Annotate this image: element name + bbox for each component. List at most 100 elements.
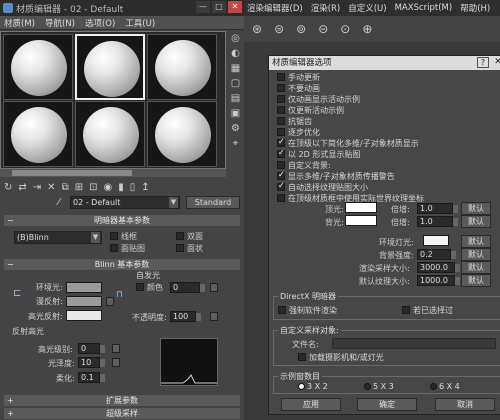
slots-6x4-radio[interactable]: 6 X 4 [430,382,460,391]
apply-button[interactable]: 应用 [281,398,341,411]
option-manual-update[interactable]: 手动更新 [277,72,320,82]
option-checkbox[interactable] [277,170,285,180]
render-sample-size-spinner[interactable]: 3000.0 [417,262,460,273]
put-to-scene-icon[interactable]: ⇄ [18,182,26,193]
spec-level-spinner[interactable]: 0 [78,343,105,354]
sample-type-icon[interactable]: ◎ [230,33,242,45]
top-default-button[interactable]: 默认 [461,202,491,215]
show-end-result-icon[interactable]: ▯ [130,182,136,193]
load-camera-option[interactable]: 加载摄影机和/或灯光 [298,352,384,362]
top-multiplier-spinner[interactable]: 1.0 [417,203,458,214]
soften-spinner[interactable]: 0.1 [78,372,105,383]
option-checkbox[interactable] [277,84,285,92]
wire-checkbox[interactable] [110,232,118,240]
self-illum-map-button[interactable] [210,283,218,292]
default-texture-size-spinner[interactable]: 1000.0 [417,275,460,286]
option-checkbox[interactable] [277,128,285,136]
filename-input[interactable] [332,338,496,349]
help-button[interactable]: ? [477,57,489,68]
menu-maxscript[interactable]: MAXScript(M) [395,3,453,13]
video-check-icon[interactable]: ▤ [230,93,242,105]
reset-icon[interactable]: ✕ [47,182,55,193]
option-checkbox[interactable] [277,137,285,147]
menu-navigation[interactable]: 导航(N) [45,17,75,29]
slots-5x3-radio[interactable]: 5 X 3 [364,382,394,391]
top-light-swatch[interactable] [345,202,377,213]
slots-3x2-radio[interactable]: 3 X 2 [298,382,328,391]
option-checkbox[interactable] [277,181,285,191]
opacity-map-button[interactable] [210,312,218,321]
render-sample-default-button[interactable]: 默认 [461,261,491,274]
close-button[interactable]: ✕ [228,1,242,13]
maximize-button[interactable]: □ [212,1,226,13]
two-sided-checkbox[interactable] [176,232,184,240]
material-effects-icon[interactable]: ◉ [103,182,112,193]
texture-default-button[interactable]: 默认 [461,274,491,287]
lock-diffuse-specular-icon[interactable]: ⊓ [116,290,123,300]
menu-customize[interactable]: 自定义(U) [348,2,386,14]
background-icon[interactable]: ▦ [230,63,242,75]
render-icon[interactable]: ⊕ [362,22,372,36]
lock-ambient-diffuse-icon[interactable]: ⊏ [13,288,21,299]
uv-tiling-icon[interactable]: ▢ [230,78,242,90]
go-to-parent-icon[interactable]: ↥ [141,182,149,193]
option-custom-background[interactable]: 自定义背景: [277,160,331,170]
material-name-dropdown[interactable]: 02 - Default ▼ [70,196,180,209]
sample-slot[interactable] [3,101,73,167]
option-checkbox[interactable] [277,106,285,114]
dialog-close-button[interactable]: ✕ [492,57,500,68]
option-checkbox[interactable] [277,117,285,125]
back-multiplier-spinner[interactable]: 1.0 [417,216,458,227]
menu-render[interactable]: 渲染(R) [311,2,341,14]
shader-type-dropdown[interactable]: (B)Blinn ▼ [14,231,102,244]
cancel-button[interactable]: 取消 [435,398,495,411]
back-light-swatch[interactable] [345,215,377,226]
schematic-view-icon[interactable]: ⊜ [274,22,284,36]
material-type-button[interactable]: Standard [186,196,240,209]
render-frame-icon[interactable]: ⊙ [340,22,350,36]
put-to-library-icon[interactable]: ⊡ [89,182,97,193]
options-icon[interactable]: ⚙ [230,123,242,135]
sample-slot[interactable] [3,34,73,100]
rollout-shader-basic[interactable]: − 明暗器基本参数 [4,215,240,226]
select-by-material-icon[interactable]: ⌖ [230,138,242,150]
ok-button[interactable]: 确定 [357,398,417,411]
diffuse-map-button[interactable] [106,297,114,306]
diffuse-color-swatch[interactable] [66,296,102,307]
option-update-active-only[interactable]: 仅更新活动示例 [277,105,344,115]
option-checkbox[interactable] [277,95,285,103]
menu-help[interactable]: 帮助(H) [460,2,490,14]
material-editor-icon[interactable]: ⊚ [296,22,306,36]
option-checkbox[interactable] [277,161,285,169]
option-checkbox[interactable] [298,353,306,361]
make-unique-icon[interactable]: ⊞ [75,182,83,193]
self-illum-color-checkbox[interactable] [136,283,144,291]
backlight-icon[interactable]: ◐ [230,48,242,60]
sample-slot[interactable] [147,101,217,167]
show-map-icon[interactable]: ▮ [118,182,124,193]
bg-default-button[interactable]: 默认 [461,248,491,261]
option-checkbox[interactable] [277,194,285,202]
sample-slot[interactable] [147,34,217,100]
rollout-extended[interactable]: + 扩展参数 [4,395,240,406]
option-antialias[interactable]: 抗锯齿 [277,116,312,126]
get-material-icon[interactable]: ↻ [4,182,12,193]
option-multisub-warning[interactable]: 显示多维/子对象材质传播警告 [277,170,395,181]
assign-material-icon[interactable]: ⇥ [33,182,41,193]
specular-color-swatch[interactable] [66,310,102,321]
option-dont-animate[interactable]: 不要动画 [277,83,320,93]
rollout-supersampling[interactable]: + 超级采样 [4,408,240,419]
eyedropper-icon[interactable]: ⁄ [58,197,60,208]
menu-material[interactable]: 材质(M) [4,17,35,29]
face-map-checkbox[interactable] [110,244,118,252]
option-checkbox[interactable] [277,73,285,81]
curve-editor-icon[interactable]: ⊛ [252,22,262,36]
ambient-light-swatch[interactable] [423,235,449,246]
scroll-thumb[interactable] [12,170,132,176]
option-auto-texture-size[interactable]: 自动选择纹理贴图大小 [277,181,368,192]
rollout-blinn-basic[interactable]: − Blinn 基本参数 [4,259,240,270]
sample-slot[interactable] [75,101,145,167]
option-display-maps-2d[interactable]: 以 2D 形式显示贴图 [277,148,360,159]
menu-utilities[interactable]: 工具(U) [125,17,155,29]
opacity-spinner[interactable]: 100 [170,311,201,322]
